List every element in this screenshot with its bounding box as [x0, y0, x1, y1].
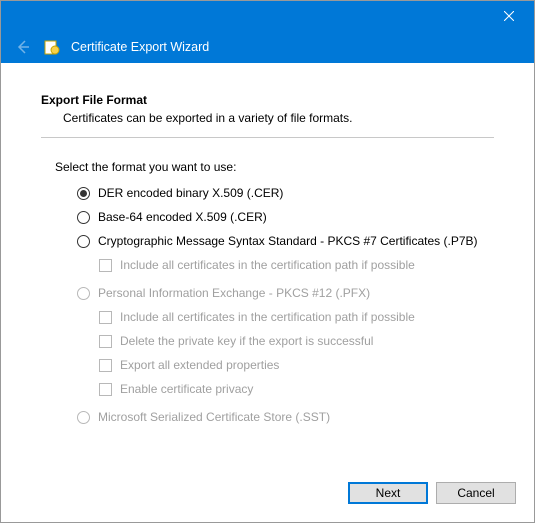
radio-pkcs7[interactable]: Cryptographic Message Syntax Standard - …: [77, 234, 494, 248]
radio-label: Microsoft Serialized Certificate Store (…: [98, 410, 330, 424]
radio-base64[interactable]: Base-64 encoded X.509 (.CER): [77, 210, 494, 224]
radio-icon: [77, 411, 90, 424]
checkbox-icon: [99, 259, 112, 272]
radio-icon: [77, 287, 90, 300]
radio-pfx: Personal Information Exchange - PKCS #12…: [77, 286, 494, 300]
cancel-button[interactable]: Cancel: [436, 482, 516, 504]
checkbox-label: Enable certificate privacy: [120, 382, 253, 396]
radio-icon: [77, 211, 90, 224]
radio-icon: [77, 235, 90, 248]
close-button[interactable]: [492, 1, 526, 31]
check-pkcs7-include-chain: Include all certificates in the certific…: [99, 258, 494, 272]
page-subheading: Certificates can be exported in a variet…: [63, 111, 494, 125]
checkbox-label: Include all certificates in the certific…: [120, 310, 415, 324]
check-pfx-include-chain: Include all certificates in the certific…: [99, 310, 494, 324]
back-button[interactable]: [13, 37, 33, 57]
radio-der[interactable]: DER encoded binary X.509 (.CER): [77, 186, 494, 200]
radio-sst: Microsoft Serialized Certificate Store (…: [77, 410, 494, 424]
check-pfx-delete-key: Delete the private key if the export is …: [99, 334, 494, 348]
checkbox-icon: [99, 311, 112, 324]
checkbox-label: Export all extended properties: [120, 358, 279, 372]
next-button[interactable]: Next: [348, 482, 428, 504]
titlebar: [1, 1, 534, 31]
checkbox-icon: [99, 359, 112, 372]
wizard-title: Certificate Export Wizard: [71, 40, 209, 54]
checkbox-label: Include all certificates in the certific…: [120, 258, 415, 272]
checkbox-label: Delete the private key if the export is …: [120, 334, 373, 348]
format-options: DER encoded binary X.509 (.CER) Base-64 …: [77, 186, 494, 424]
radio-label: Cryptographic Message Syntax Standard - …: [98, 234, 478, 248]
close-icon: [504, 11, 514, 21]
checkbox-icon: [99, 335, 112, 348]
page-heading: Export File Format: [41, 93, 494, 107]
format-prompt: Select the format you want to use:: [55, 160, 494, 174]
wizard-content: Export File Format Certificates can be e…: [1, 63, 534, 474]
back-arrow-icon: [15, 39, 31, 55]
check-pfx-cert-privacy: Enable certificate privacy: [99, 382, 494, 396]
wizard-header: Certificate Export Wizard: [1, 31, 534, 63]
checkbox-icon: [99, 383, 112, 396]
radio-icon: [77, 187, 90, 200]
divider: [41, 137, 494, 138]
radio-label: DER encoded binary X.509 (.CER): [98, 186, 283, 200]
radio-label: Personal Information Exchange - PKCS #12…: [98, 286, 370, 300]
wizard-footer: Next Cancel: [1, 474, 534, 522]
radio-label: Base-64 encoded X.509 (.CER): [98, 210, 267, 224]
check-pfx-export-ext: Export all extended properties: [99, 358, 494, 372]
certificate-icon: [43, 38, 61, 56]
